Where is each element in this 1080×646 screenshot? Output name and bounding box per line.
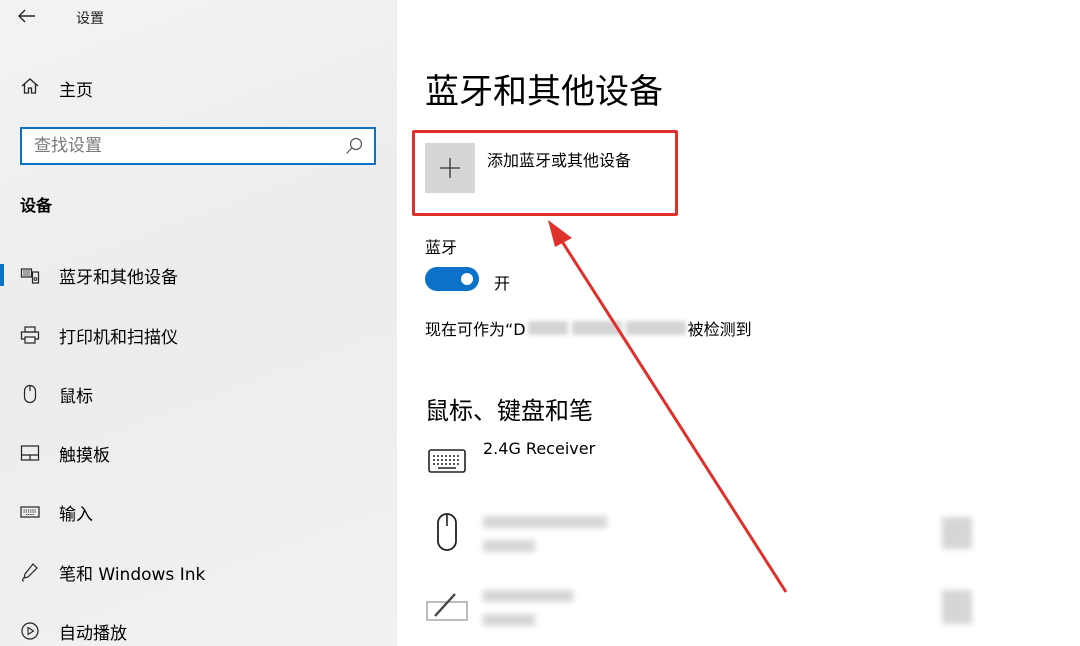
add-device-button[interactable]: 添加蓝牙或其他设备 bbox=[425, 143, 631, 195]
toggle-knob bbox=[461, 273, 473, 285]
autoplay-icon bbox=[20, 621, 40, 641]
section-heading-devices: 设备 bbox=[20, 196, 53, 215]
sidebar: 设置 主页 设备 蓝牙和其他设备 bbox=[0, 0, 397, 646]
plus-icon bbox=[425, 143, 475, 193]
sidebar-item-label: 笔和 Windows Ink bbox=[59, 564, 206, 585]
page-title: 蓝牙和其他设备 bbox=[425, 72, 663, 112]
printer-icon bbox=[20, 325, 40, 345]
touchpad-icon bbox=[20, 443, 40, 463]
sidebar-item-label: 蓝牙和其他设备 bbox=[59, 267, 178, 288]
pen-icon bbox=[20, 562, 40, 582]
search-box[interactable] bbox=[20, 127, 376, 165]
back-arrow-icon bbox=[18, 9, 35, 23]
search-icon[interactable] bbox=[344, 136, 364, 156]
section-heading-mouse-keyboard-pen: 鼠标、键盘和笔 bbox=[425, 397, 593, 425]
redacted-device-icon bbox=[942, 590, 972, 624]
device-item-redacted[interactable] bbox=[425, 512, 469, 552]
sidebar-item-mouse[interactable]: 鼠标 bbox=[0, 374, 397, 414]
mouse-icon bbox=[20, 384, 40, 404]
redacted-device-status bbox=[483, 540, 535, 552]
home-icon bbox=[20, 76, 40, 100]
home-label: 主页 bbox=[59, 80, 93, 101]
redacted-device-name bbox=[527, 321, 568, 335]
add-device-label: 添加蓝牙或其他设备 bbox=[487, 151, 632, 170]
pen-tablet-icon bbox=[425, 586, 469, 626]
sidebar-item-touchpad[interactable]: 触摸板 bbox=[0, 433, 397, 473]
search-input[interactable] bbox=[34, 136, 344, 156]
keyboard-icon bbox=[20, 502, 40, 522]
sidebar-item-pen[interactable]: 笔和 Windows Ink bbox=[0, 552, 397, 592]
bluetooth-label: 蓝牙 bbox=[425, 238, 458, 257]
sidebar-item-label: 打印机和扫描仪 bbox=[59, 327, 178, 348]
redacted-device-name bbox=[571, 321, 622, 335]
device-item-redacted[interactable] bbox=[425, 586, 469, 626]
bluetooth-devices-icon bbox=[20, 265, 40, 285]
redacted-device-icon bbox=[942, 517, 972, 549]
discoverable-suffix: 被检测到 bbox=[687, 320, 752, 339]
sidebar-item-label: 输入 bbox=[59, 504, 93, 525]
device-item[interactable]: 2.4G Receiver bbox=[425, 439, 596, 481]
window-title: 设置 bbox=[76, 11, 104, 27]
sidebar-item-printers[interactable]: 打印机和扫描仪 bbox=[0, 315, 397, 355]
sidebar-item-typing[interactable]: 输入 bbox=[0, 492, 397, 532]
back-button[interactable] bbox=[18, 4, 48, 32]
discoverable-text: 现在可作为“D 被检测到 bbox=[425, 316, 752, 340]
main-content: 蓝牙和其他设备 添加蓝牙或其他设备 蓝牙 开 现在可作为“D 被检测到 鼠标、键… bbox=[397, 0, 1080, 646]
redacted-device-name bbox=[483, 516, 607, 528]
keyboard-icon bbox=[425, 441, 469, 481]
sidebar-item-label: 鼠标 bbox=[59, 386, 93, 407]
redacted-device-status bbox=[483, 614, 535, 626]
discoverable-prefix: 现在可作为“D bbox=[425, 320, 526, 339]
sidebar-item-label: 触摸板 bbox=[59, 445, 110, 466]
redacted-device-name bbox=[625, 321, 686, 335]
sidebar-item-home[interactable]: 主页 bbox=[0, 70, 397, 106]
bluetooth-state-label: 开 bbox=[494, 274, 511, 293]
sidebar-item-bluetooth-devices[interactable]: 蓝牙和其他设备 bbox=[0, 255, 397, 295]
mouse-icon bbox=[425, 512, 469, 552]
sidebar-item-autoplay[interactable]: 自动播放 bbox=[0, 611, 397, 646]
device-name: 2.4G Receiver bbox=[483, 439, 596, 458]
bluetooth-toggle[interactable] bbox=[425, 267, 479, 291]
redacted-device-name bbox=[483, 590, 573, 602]
sidebar-item-label: 自动播放 bbox=[59, 623, 127, 644]
